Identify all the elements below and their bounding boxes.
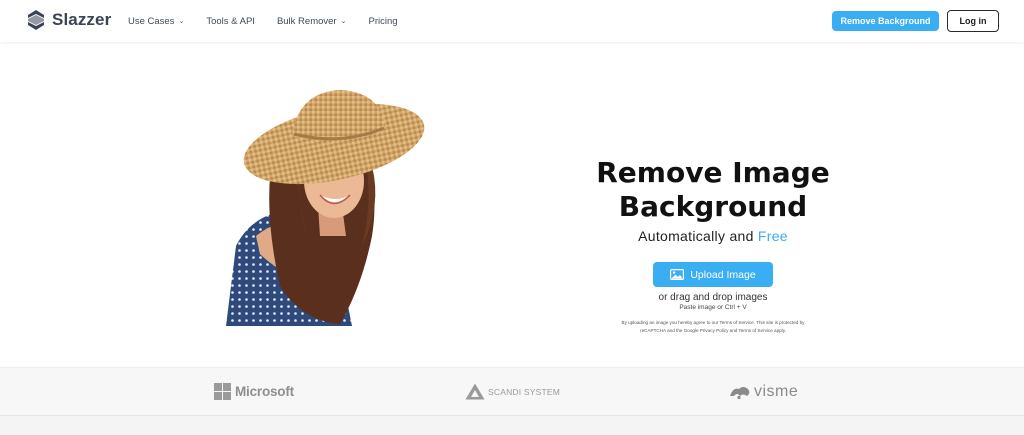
- nav-use-cases[interactable]: Use Cases ⌄: [128, 16, 184, 27]
- chevron-down-icon: ⌄: [178, 18, 185, 25]
- visme-logo-text: visme: [754, 383, 799, 400]
- brand-name: Slazzer: [52, 10, 112, 29]
- hero-subtitle-plain: Automatically and: [638, 228, 758, 244]
- legal-line-2: reCAPTCHA and the Google Privacy Policy …: [640, 328, 786, 333]
- hero-title: Remove Image Background: [548, 156, 878, 224]
- visme-icon: [730, 387, 750, 400]
- hero-photo: [226, 90, 425, 326]
- image-icon: [670, 269, 685, 280]
- login-button[interactable]: Log in: [947, 10, 999, 32]
- client-logos-strip: Microsoft SCANDI SYSTEM visme: [0, 367, 1024, 416]
- remove-background-button[interactable]: Remove Background: [832, 11, 939, 31]
- legal-notice: By uploading an image you hereby agree t…: [603, 319, 823, 335]
- brand-logo[interactable]: Slazzer: [26, 9, 111, 31]
- hero-title-line-2: Background: [618, 190, 808, 223]
- nav-use-cases-label: Use Cases: [128, 15, 175, 27]
- microsoft-logo: Microsoft: [214, 383, 294, 400]
- slazzer-logo-icon: [28, 10, 44, 30]
- scandi-system-logo: SCANDI SYSTEM: [465, 383, 560, 400]
- scandi-system-logo-text: SCANDI SYSTEM: [488, 386, 561, 397]
- upload-image-button[interactable]: Upload Image: [653, 262, 773, 287]
- drag-drop-hint: or drag and drop images: [658, 292, 768, 303]
- visme-logo: visme: [729, 383, 798, 401]
- hero-subtitle: Automatically and Free: [548, 228, 878, 244]
- nav-bulk-remover[interactable]: Bulk Remover ⌄: [277, 16, 347, 27]
- nav-tools-api-label: Tools & API: [206, 15, 255, 27]
- hero-section: Remove Image Background Automatically an…: [0, 42, 1024, 367]
- microsoft-grid-icon: [214, 383, 231, 400]
- legal-line-1: By uploading an image you hereby agree t…: [621, 320, 805, 325]
- page-bottom: [0, 416, 1024, 435]
- chevron-down-icon: ⌄: [340, 18, 347, 25]
- microsoft-logo-text: Microsoft: [235, 384, 294, 399]
- hero-subtitle-accent: Free: [757, 228, 788, 244]
- triangle-icon: [465, 383, 485, 400]
- nav-pricing[interactable]: Pricing: [368, 16, 397, 27]
- hero-title-line-1: Remove Image: [596, 156, 830, 189]
- nav-pricing-label: Pricing: [368, 15, 398, 27]
- paste-hint: Paste image or Ctrl + V: [679, 304, 747, 311]
- upload-image-label: Upload Image: [690, 268, 756, 281]
- top-navbar: Slazzer Use Cases ⌄ Tools & API Bulk Rem…: [0, 0, 1024, 42]
- nav-links: Use Cases ⌄ Tools & API Bulk Remover ⌄ P…: [128, 0, 420, 42]
- nav-tools-api[interactable]: Tools & API: [206, 16, 255, 27]
- nav-bulk-remover-label: Bulk Remover: [276, 15, 337, 27]
